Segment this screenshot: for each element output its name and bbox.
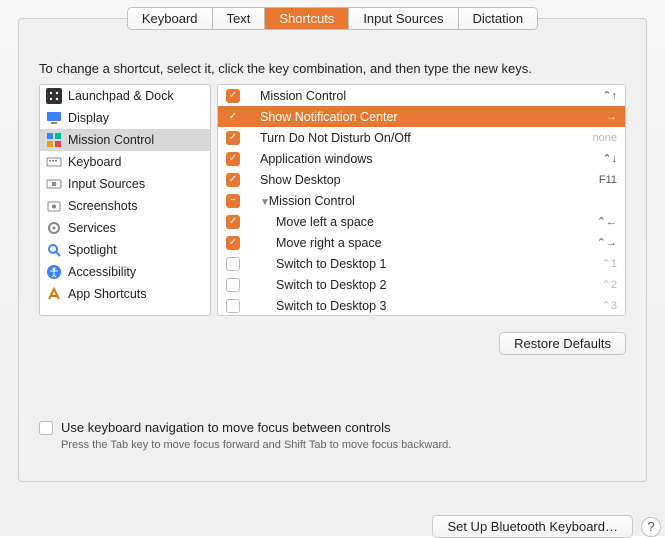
shortcut-label: Mission Control [248,89,573,103]
shortcut-key[interactable]: F11 [581,174,617,186]
shortcut-checkbox[interactable] [226,257,240,271]
shortcut-checkbox[interactable]: − [226,194,240,208]
tab-shortcuts[interactable]: Shortcuts [265,8,349,29]
shortcut-key[interactable]: ⌃3 [581,299,617,312]
sidebar-item-services[interactable]: Services [40,217,210,239]
shortcut-label: Switch to Desktop 2 [248,278,573,292]
sidebar-item-label: Services [68,221,116,235]
shortcut-label: ▼ Mission Control [248,194,573,208]
tab-text[interactable]: Text [213,8,266,29]
tab-bar: KeyboardTextShortcutsInput SourcesDictat… [19,7,646,30]
sidebar-item-accessibility[interactable]: Accessibility [40,261,210,283]
kbnav-checkbox[interactable] [39,421,53,435]
shortcut-row[interactable]: ✓ Mission Control ⌃↑ [218,85,625,106]
shortcut-row[interactable]: Switch to Desktop 3 ⌃3 [218,295,625,316]
shortcut-label: Move left a space [248,215,573,229]
shortcut-checkbox[interactable]: ✓ [226,152,240,166]
shortcut-label: Switch to Desktop 3 [248,299,573,313]
shortcut-row[interactable]: ✓ Application windows ⌃↓ [218,148,625,169]
shortcut-row[interactable]: Switch to Desktop 1 ⌃1 [218,253,625,274]
sidebar-item-spotlight[interactable]: Spotlight [40,239,210,261]
appshortcuts-icon [46,286,62,302]
shortcuts-table[interactable]: ✓ Mission Control ⌃↑ ✓ Show Notification Cen… [217,84,626,316]
shortcut-key[interactable]: ⌃← [581,215,617,228]
shortcut-row[interactable]: Switch to Desktop 2 ⌃2 [218,274,625,295]
shortcut-label: Show Desktop [248,173,573,187]
kbnav-label: Use keyboard navigation to move focus be… [61,420,391,435]
input-icon [46,176,62,192]
tab-dictation[interactable]: Dictation [459,8,538,29]
shortcut-key[interactable]: none [581,132,617,144]
sidebar-item-label: Launchpad & Dock [68,89,174,103]
sidebar-item-label: Screenshots [68,199,137,213]
spotlight-icon [46,242,62,258]
screenshot-icon [46,198,62,214]
shortcut-key[interactable]: ⌃↓ [581,152,617,165]
shortcut-label: Switch to Desktop 1 [248,257,573,271]
services-icon [46,220,62,236]
sidebar-item-label: Input Sources [68,177,145,191]
sidebar-item-display[interactable]: Display [40,107,210,129]
sidebar-item-label: Keyboard [68,155,122,169]
shortcut-row[interactable]: −▼ Mission Control [218,190,625,211]
kbnav-help-text: Press the Tab key to move focus forward … [39,435,626,451]
sidebar-item-mission-control[interactable]: Mission Control [40,129,210,151]
sidebar-item-keyboard[interactable]: Keyboard [40,151,210,173]
shortcut-checkbox[interactable] [226,299,240,313]
shortcut-row[interactable]: ✓ Move right a space ⌃→ [218,232,625,253]
shortcut-row[interactable]: ✓ Turn Do Not Disturb On/Off none [218,127,625,148]
shortcut-label: Application windows [248,152,573,166]
shortcut-label: Move right a space [248,236,573,250]
help-button[interactable]: ? [641,517,661,537]
shortcut-key[interactable]: ⌃→ [581,236,617,249]
shortcut-checkbox[interactable]: ✓ [226,89,240,103]
sidebar-item-screenshots[interactable]: Screenshots [40,195,210,217]
shortcut-key[interactable]: ⌃2 [581,278,617,291]
shortcut-label: Turn Do Not Disturb On/Off [248,131,573,145]
restore-defaults-button[interactable]: Restore Defaults [499,332,626,355]
shortcut-row[interactable]: ✓ Show Desktop F11 [218,169,625,190]
sidebar-item-launchpad-dock[interactable]: Launchpad & Dock [40,85,210,107]
keyboard-icon [46,154,62,170]
bluetooth-keyboard-button[interactable]: Set Up Bluetooth Keyboard… [432,515,633,538]
shortcut-checkbox[interactable]: ✓ [226,110,240,124]
disclosure-triangle-icon[interactable]: ▼ [260,197,273,208]
sidebar-item-input-sources[interactable]: Input Sources [40,173,210,195]
shortcut-label: Show Notification Center [248,110,573,124]
shortcut-checkbox[interactable] [226,278,240,292]
sidebar-item-label: Accessibility [68,265,136,279]
shortcut-checkbox[interactable]: ✓ [226,215,240,229]
tab-keyboard[interactable]: Keyboard [128,8,213,29]
sidebar-item-label: Spotlight [68,243,117,257]
shortcut-checkbox[interactable]: ✓ [226,131,240,145]
sidebar-item-label: Mission Control [68,133,154,147]
sidebar-item-app-shortcuts[interactable]: App Shortcuts [40,283,210,305]
shortcut-key[interactable]: ⌃↑ [581,89,617,102]
category-sidebar[interactable]: Launchpad & Dock Display Mission Control Ke… [39,84,211,316]
shortcut-key[interactable]: → [581,111,617,123]
mission-icon [46,132,62,148]
shortcut-row[interactable]: ✓ Show Notification Center → [218,106,625,127]
accessibility-icon [46,264,62,280]
shortcut-row[interactable]: ✓ Move left a space ⌃← [218,211,625,232]
shortcut-checkbox[interactable]: ✓ [226,173,240,187]
shortcut-key[interactable]: ⌃1 [581,257,617,270]
tab-input-sources[interactable]: Input Sources [349,8,458,29]
sidebar-item-label: App Shortcuts [68,287,147,301]
display-icon [46,110,62,126]
sidebar-item-label: Display [68,111,109,125]
shortcut-checkbox[interactable]: ✓ [226,236,240,250]
launchpad-icon [46,88,62,104]
